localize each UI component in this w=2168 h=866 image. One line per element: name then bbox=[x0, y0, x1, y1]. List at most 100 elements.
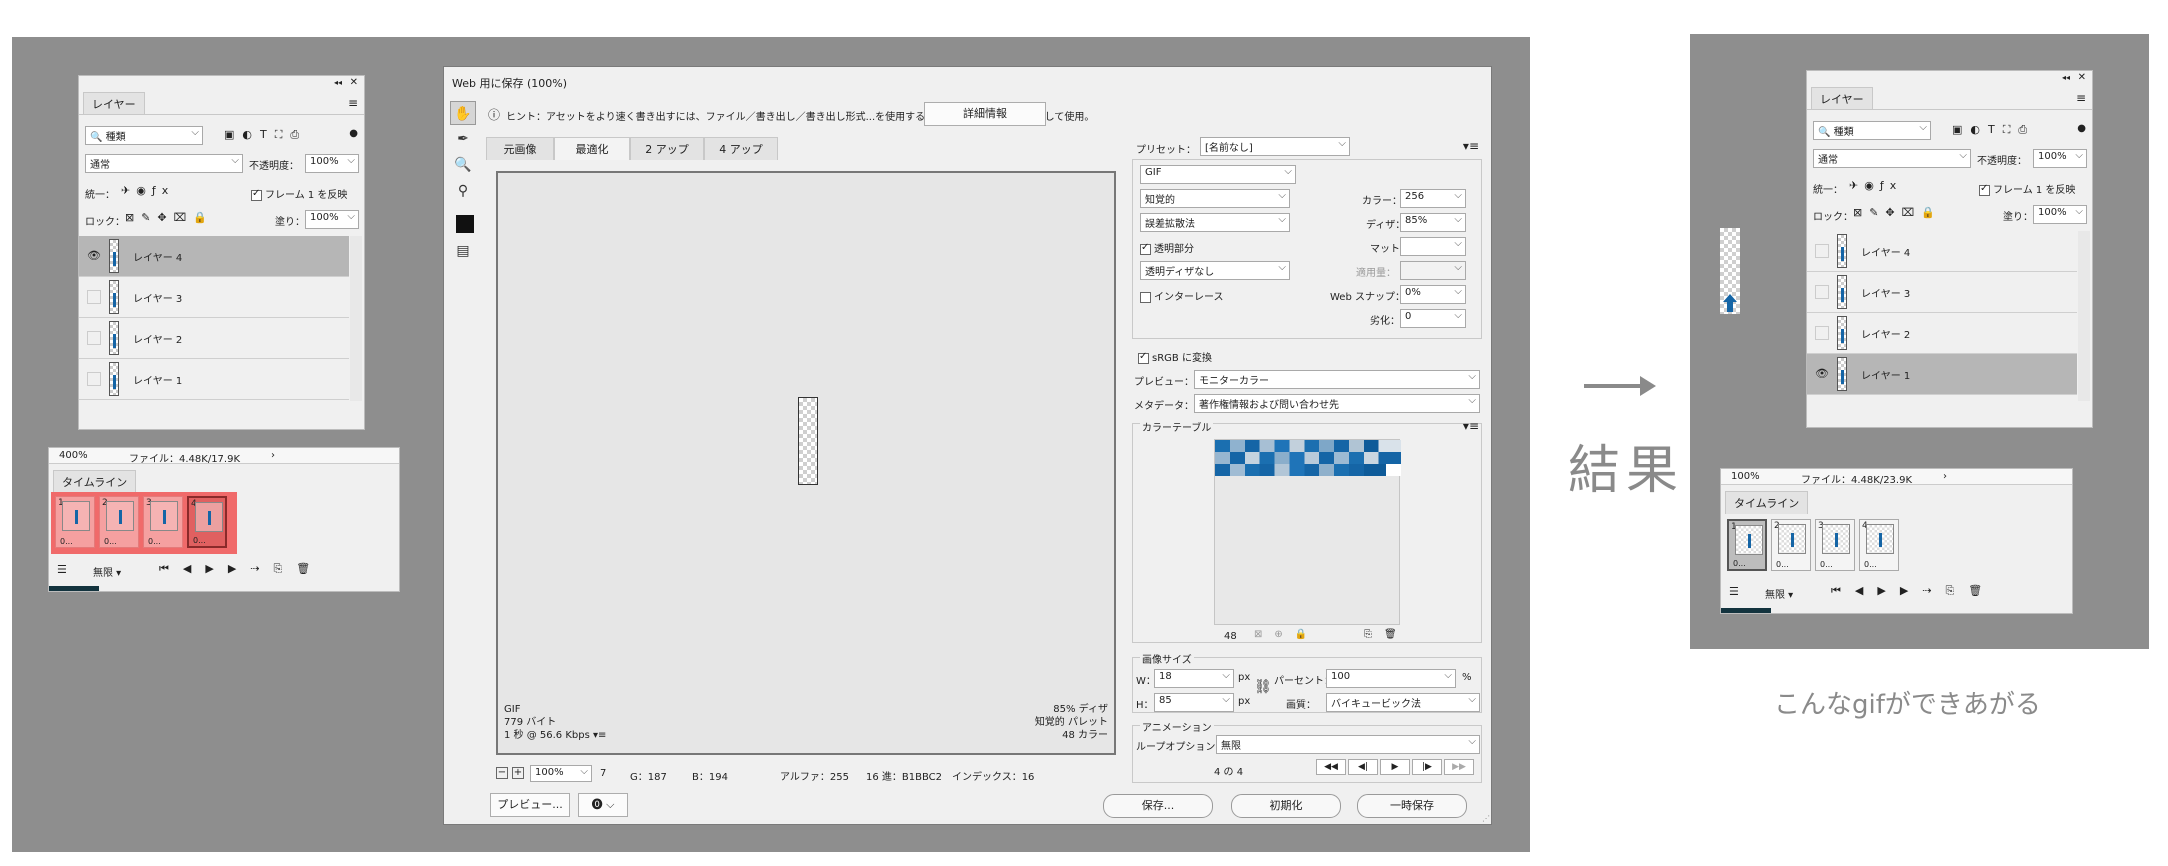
panel-close-icon[interactable]: ✕ bbox=[2078, 72, 2086, 83]
srgb-checkbox[interactable]: sRGB に変換 bbox=[1138, 349, 1212, 364]
zoom-readout[interactable]: 400% bbox=[59, 450, 88, 461]
play-button[interactable]: ▶ bbox=[1380, 759, 1410, 775]
prev-frame-button[interactable]: ◀| bbox=[1348, 759, 1378, 775]
link-icon[interactable]: ⛓ bbox=[1254, 679, 1272, 695]
unify-icons[interactable]: ✈◉ƒx bbox=[1849, 179, 1902, 192]
reduction-select[interactable]: 知覚的 bbox=[1140, 189, 1290, 208]
preset-select[interactable]: [名前なし] bbox=[1200, 137, 1350, 156]
zoom-in-button[interactable]: + bbox=[512, 767, 524, 779]
visibility-box[interactable] bbox=[87, 290, 101, 304]
visibility-box[interactable] bbox=[1815, 244, 1829, 258]
fill-input[interactable]: 100% bbox=[2033, 205, 2087, 224]
settings-menu-icon[interactable]: ▾≡ bbox=[1463, 139, 1479, 153]
details-button[interactable]: 詳細情報 bbox=[924, 102, 1046, 126]
loop-select[interactable]: 無限 bbox=[1216, 735, 1480, 754]
color-table-new-delete[interactable]: ⎘🗑 bbox=[1364, 629, 1409, 640]
animation-controls[interactable]: ◀◀ ◀| ▶ |▶ ▶▶ bbox=[1316, 759, 1480, 777]
loop-select[interactable]: 無限 ▾ bbox=[1765, 586, 1793, 601]
kind-filter-select[interactable]: 🔍 種類 bbox=[1813, 121, 1931, 140]
browser-select[interactable]: ⓿ ⌵ bbox=[578, 793, 628, 817]
visibility-box[interactable] bbox=[87, 372, 101, 386]
layer-row-1[interactable]: レイヤー 1 bbox=[79, 359, 349, 400]
reset-button[interactable]: 初期化 bbox=[1231, 794, 1341, 818]
remember-button[interactable]: 一時保存 bbox=[1357, 794, 1467, 818]
layer-row-2[interactable]: レイヤー 2 bbox=[1807, 313, 2077, 354]
zoom-readout[interactable]: 100% bbox=[1731, 471, 1760, 482]
height-input[interactable]: 85 bbox=[1154, 693, 1234, 712]
panel-close-icon[interactable]: ✕ bbox=[350, 77, 358, 88]
filter-toggle-icon[interactable]: ● bbox=[349, 128, 358, 139]
color-table-menu-icon[interactable]: ▾≡ bbox=[1463, 419, 1479, 433]
amount-input[interactable] bbox=[1400, 261, 1466, 280]
visibility-box[interactable] bbox=[87, 331, 101, 345]
eyedropper-icon[interactable]: ⚲ bbox=[450, 179, 476, 203]
layer-row-2[interactable]: レイヤー 2 bbox=[79, 318, 349, 359]
propagate-frame-checkbox[interactable]: フレーム 1 を反映 bbox=[251, 186, 347, 201]
dither-algo-select[interactable]: 誤差拡散法 bbox=[1140, 213, 1290, 232]
tab-timeline[interactable]: タイムライン bbox=[1725, 491, 1809, 514]
lock-icons[interactable]: ⊠✎✥⌧🔒 bbox=[125, 211, 214, 224]
convert-icon[interactable]: ☰ bbox=[1729, 585, 1739, 598]
hand-tool-icon[interactable]: ✋ bbox=[450, 101, 476, 125]
transparency-checkbox[interactable]: 透明部分 bbox=[1140, 240, 1194, 255]
quality-select[interactable]: バイキュービック法 bbox=[1326, 693, 1480, 712]
frame-4[interactable]: 4 0... bbox=[187, 496, 227, 548]
layer-row-3[interactable]: レイヤー 3 bbox=[79, 277, 349, 318]
playback-controls[interactable]: ⏮◀▶▶⇢⎘🗑 bbox=[1831, 584, 1996, 598]
tab-2up[interactable]: 2 アップ bbox=[630, 137, 704, 160]
filter-icons[interactable]: ▣◐T⛶⎙ bbox=[1952, 123, 2035, 137]
frame-2[interactable]: 2 0... bbox=[99, 496, 139, 548]
zoom-out-button[interactable]: − bbox=[496, 767, 508, 779]
next-frame-button[interactable]: |▶ bbox=[1412, 759, 1442, 775]
layer-row-4[interactable]: レイヤー 4 bbox=[1807, 231, 2077, 272]
tab-timeline[interactable]: タイムライン bbox=[53, 470, 137, 493]
first-frame-button[interactable]: ◀◀ bbox=[1316, 759, 1346, 775]
colors-input[interactable]: 256 bbox=[1400, 189, 1466, 208]
convert-icon[interactable]: ☰ bbox=[57, 563, 67, 576]
panel-collapse-icon[interactable]: ◂◂ bbox=[334, 78, 342, 87]
preview-button[interactable]: プレビュー... bbox=[490, 793, 570, 817]
layers-scrollbar[interactable] bbox=[350, 236, 362, 401]
slice-visibility-icon[interactable]: ▤ bbox=[450, 239, 476, 263]
preview-select[interactable]: モニターカラー bbox=[1194, 370, 1480, 389]
fill-input[interactable]: 100% bbox=[305, 210, 359, 229]
lock-icons[interactable]: ⊠✎✥⌧🔒 bbox=[1853, 206, 1942, 219]
panel-menu-icon[interactable]: ≡ bbox=[2076, 91, 2086, 105]
playback-controls[interactable]: ⏮◀▶▶⇢⎘🗑 bbox=[159, 562, 324, 576]
layer-row-1[interactable]: 👁 レイヤー 1 bbox=[1807, 354, 2077, 395]
frame-1[interactable]: 1 0... bbox=[1727, 519, 1767, 571]
chevron-right-icon[interactable]: › bbox=[271, 450, 275, 461]
tab-optimized[interactable]: 最適化 bbox=[554, 137, 630, 160]
frame-2[interactable]: 2 0... bbox=[1771, 519, 1811, 571]
transparency-dither-select[interactable]: 透明ディザなし bbox=[1140, 261, 1290, 280]
opacity-input[interactable]: 100% bbox=[2033, 149, 2087, 168]
slice-select-icon[interactable]: ✒ bbox=[450, 127, 476, 151]
propagate-frame-checkbox[interactable]: フレーム 1 を反映 bbox=[1979, 181, 2075, 196]
dither-input[interactable]: 85% bbox=[1400, 213, 1466, 232]
panel-menu-icon[interactable]: ≡ bbox=[348, 96, 358, 110]
format-select[interactable]: GIF bbox=[1140, 165, 1296, 184]
tab-4up[interactable]: 4 アップ bbox=[704, 137, 778, 160]
metadata-select[interactable]: 著作権情報および問い合わせ先 bbox=[1194, 394, 1480, 413]
unify-icons[interactable]: ✈◉ƒx bbox=[121, 184, 174, 197]
filter-icons[interactable]: ▣◐T⛶⎙ bbox=[224, 128, 307, 142]
preview-area[interactable]: GIF 779 バイト 1 秒 @ 56.6 Kbps ▾≡ 85% ディザ 知… bbox=[496, 171, 1116, 755]
lossy-input[interactable]: 0 bbox=[1400, 309, 1466, 328]
visibility-box[interactable] bbox=[1815, 326, 1829, 340]
eye-icon[interactable]: 👁 bbox=[87, 249, 101, 263]
eye-icon[interactable]: 👁 bbox=[1815, 367, 1829, 381]
color-table[interactable] bbox=[1214, 439, 1401, 625]
color-table-tools[interactable]: ⊠⊕🔒 bbox=[1254, 629, 1319, 640]
last-frame-button[interactable]: ▶▶ bbox=[1444, 759, 1474, 775]
loop-select[interactable]: 無限 ▾ bbox=[93, 564, 121, 579]
kind-filter-select[interactable]: 🔍 種類 bbox=[85, 126, 203, 145]
blend-mode-select[interactable]: 通常 bbox=[1813, 149, 1971, 168]
zoom-tool-icon[interactable]: 🔍 bbox=[450, 153, 476, 177]
tab-layers[interactable]: レイヤー bbox=[83, 92, 145, 115]
chevron-right-icon[interactable]: › bbox=[1943, 471, 1947, 482]
resize-grip-icon[interactable]: ⋰ bbox=[1482, 814, 1490, 823]
panel-collapse-icon[interactable]: ◂◂ bbox=[2062, 73, 2070, 82]
frame-3[interactable]: 3 0... bbox=[143, 496, 183, 548]
save-button[interactable]: 保存... bbox=[1103, 794, 1213, 818]
interlace-checkbox[interactable]: インターレース bbox=[1140, 288, 1224, 303]
